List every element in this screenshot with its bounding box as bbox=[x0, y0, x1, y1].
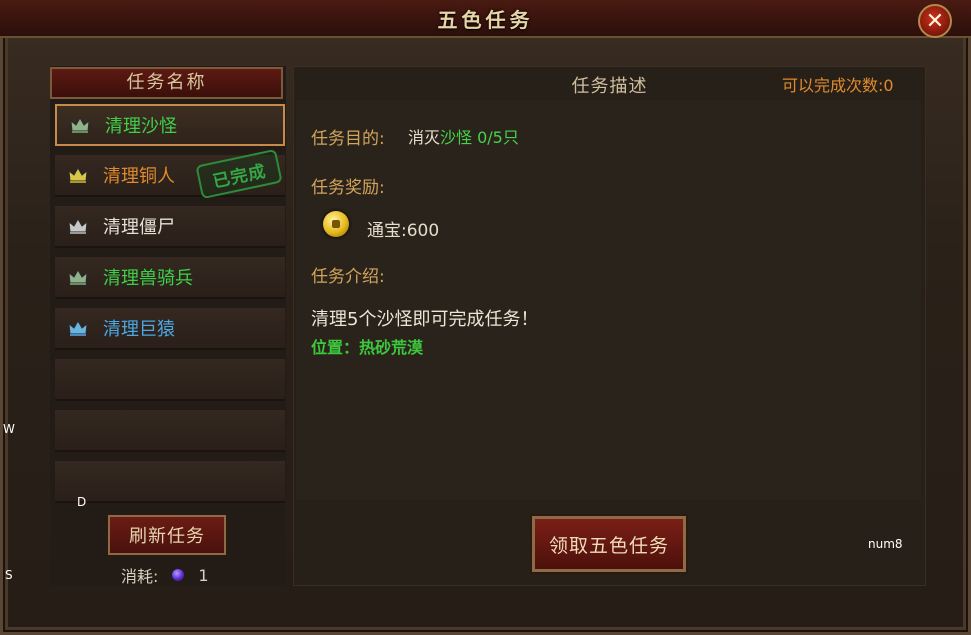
window-title: 五色任务 bbox=[437, 8, 534, 32]
hint-d: D bbox=[77, 495, 87, 509]
refresh-tasks-button[interactable]: 刷新任务 bbox=[107, 514, 227, 556]
task-item-3[interactable]: 清理僵尸 bbox=[55, 206, 285, 248]
task-label: 清理兽骑兵 bbox=[103, 268, 193, 289]
reward-text: 通宝:600 bbox=[367, 221, 440, 241]
task-item-1[interactable]: 清理沙怪 bbox=[55, 104, 285, 146]
accept-task-button[interactable]: 领取五色任务 bbox=[530, 514, 688, 574]
crown-icon bbox=[67, 266, 89, 288]
coin-icon bbox=[323, 211, 349, 237]
crown-icon bbox=[67, 317, 89, 339]
description-content-area bbox=[296, 100, 921, 500]
crown-icon bbox=[67, 164, 89, 186]
task-label: 清理沙怪 bbox=[105, 116, 177, 137]
task-item-empty bbox=[55, 410, 285, 452]
close-button[interactable]: ✕ bbox=[918, 4, 952, 38]
task-item-4[interactable]: 清理兽骑兵 bbox=[55, 257, 285, 299]
hint-w: W bbox=[3, 422, 15, 436]
location-text: 位置：热砂荒漠 bbox=[311, 338, 424, 357]
task-item-5[interactable]: 清理巨猿 bbox=[55, 308, 285, 350]
crown-icon bbox=[67, 215, 89, 237]
cost-label: 消耗: bbox=[121, 567, 159, 586]
task-label: 清理僵尸 bbox=[103, 217, 175, 238]
task-label: 清理巨猿 bbox=[103, 319, 175, 340]
hint-s: S bbox=[5, 568, 13, 582]
task-list-header: 任务名称 bbox=[50, 67, 283, 99]
task-item-empty bbox=[55, 359, 285, 401]
intro-label: 任务介绍: bbox=[311, 267, 385, 287]
title-bar: 五色任务 bbox=[0, 0, 971, 38]
cost-value: 1 bbox=[198, 565, 209, 585]
intro-text: 清理5个沙怪即可完成任务！ bbox=[311, 309, 539, 330]
task-item-empty bbox=[55, 461, 285, 503]
crown-icon bbox=[69, 114, 91, 136]
complete-count: 可以完成次数:0 bbox=[782, 76, 894, 95]
goal-label: 任务目的: bbox=[311, 129, 385, 149]
gem-icon bbox=[172, 569, 185, 581]
task-label: 清理铜人 bbox=[103, 166, 175, 187]
hint-num8: num8 bbox=[868, 537, 903, 551]
goal-text: 消灭沙怪 0/5只 bbox=[408, 124, 519, 148]
goal-target: 沙怪 0/5只 bbox=[440, 128, 519, 147]
reward-label: 任务奖励: bbox=[311, 178, 385, 198]
cost-row: 消耗: 1 bbox=[121, 564, 209, 587]
goal-prefix: 消灭 bbox=[408, 128, 441, 147]
